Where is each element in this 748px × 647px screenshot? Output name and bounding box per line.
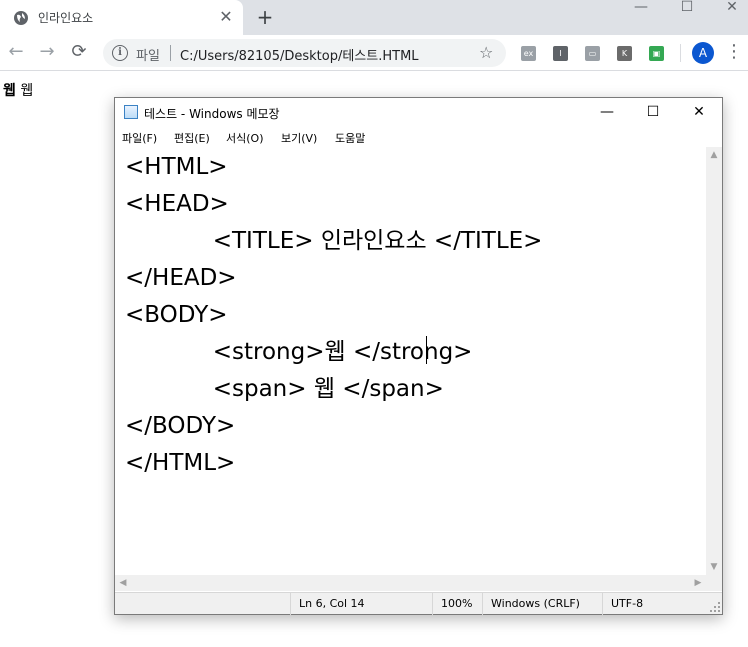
toolbar-divider	[680, 44, 681, 62]
page-strong-text: 웹	[3, 83, 16, 99]
status-line-ending: Windows (CRLF)	[482, 593, 602, 615]
reload-icon[interactable]: ⟳	[67, 41, 91, 65]
code-line: <strong>웹 </strong>	[125, 339, 473, 365]
browser-tabbar: 인라인요소 ✕ + — ☐ ✕	[0, 0, 748, 35]
horizontal-scrollbar[interactable]: ◀ ▶	[115, 575, 722, 591]
back-arrow-icon[interactable]: ←	[4, 41, 28, 65]
scroll-down-arrow-icon[interactable]: ▼	[706, 559, 722, 575]
vertical-scrollbar[interactable]: ▲ ▼	[706, 147, 722, 575]
code-line: <span> 웹 </span>	[125, 376, 444, 402]
status-encoding: UTF-8	[602, 593, 706, 615]
ext-icon-5[interactable]: ▣	[649, 46, 664, 61]
code-line: </BODY>	[125, 413, 236, 439]
notepad-statusbar: Ln 6, Col 14 100% Windows (CRLF) UTF-8	[115, 592, 722, 615]
ext-icon-2[interactable]: I	[553, 46, 568, 61]
text-caret	[426, 336, 427, 364]
code-line: <TITLE> 인라인요소 </TITLE>	[125, 228, 543, 254]
notepad-app-icon	[124, 105, 138, 119]
notepad-title: 테스트 - Windows 메모장	[144, 107, 280, 121]
address-scheme-label: 파일	[136, 49, 160, 64]
forward-arrow-icon[interactable]: →	[35, 41, 59, 65]
address-url[interactable]: C:/Users/82105/Desktop/테스트.HTML	[180, 45, 419, 64]
code-line: <BODY>	[125, 302, 228, 328]
new-tab-button[interactable]: +	[254, 5, 276, 29]
globe-icon	[14, 11, 28, 25]
status-cursor-position: Ln 6, Col 14	[290, 593, 432, 615]
notepad-window: 테스트 - Windows 메모장 — ☐ ✕ 파일(F) 편집(E) 서식(O…	[114, 97, 723, 615]
menu-file[interactable]: 파일(F)	[122, 130, 157, 146]
scroll-left-arrow-icon[interactable]: ◀	[115, 575, 131, 591]
window-close-button[interactable]: ✕	[714, 0, 748, 16]
browser-toolbar: ← → ⟳ i 파일 C:/Users/82105/Desktop/테스트.HT…	[0, 35, 748, 71]
notepad-maximize-button[interactable]: ☐	[630, 98, 676, 127]
resize-grip-icon[interactable]	[710, 602, 720, 612]
notepad-menubar: 파일(F) 편집(E) 서식(O) 보기(V) 도움말	[115, 127, 722, 147]
tab-close-icon[interactable]: ✕	[216, 7, 236, 27]
ext-icon-1[interactable]: ex	[521, 46, 536, 61]
notepad-text-area[interactable]: <HTML> <HEAD> <TITLE> 인라인요소 </TITLE> </H…	[115, 147, 706, 575]
browser-tab[interactable]: 인라인요소 ✕	[0, 0, 243, 35]
scroll-up-arrow-icon[interactable]: ▲	[706, 147, 722, 163]
bookmark-star-icon[interactable]: ☆	[479, 43, 493, 62]
menu-help[interactable]: 도움말	[335, 130, 365, 146]
code-line: <HEAD>	[125, 191, 229, 217]
address-bar[interactable]: i 파일 C:/Users/82105/Desktop/테스트.HTML ☆	[103, 39, 506, 67]
ext-icon-4[interactable]: K	[617, 46, 632, 61]
window-maximize-button[interactable]: ☐	[669, 0, 705, 16]
menu-edit[interactable]: 편집(E)	[174, 130, 210, 146]
more-menu-icon[interactable]: ⋮	[725, 42, 743, 64]
notepad-minimize-button[interactable]: —	[584, 98, 630, 127]
menu-view[interactable]: 보기(V)	[281, 130, 317, 146]
code-line: <HTML>	[125, 154, 228, 180]
address-separator	[170, 45, 171, 61]
menu-format[interactable]: 서식(O)	[226, 130, 263, 146]
code-line: </HEAD>	[125, 265, 237, 291]
window-minimize-button[interactable]: —	[623, 0, 659, 16]
code-line: </HTML>	[125, 450, 236, 476]
ext-icon-3[interactable]: ▭	[585, 46, 600, 61]
page-span-text: 웹	[20, 83, 34, 99]
notepad-close-button[interactable]: ✕	[676, 98, 722, 127]
tab-title: 인라인요소	[38, 11, 94, 25]
status-zoom: 100%	[432, 593, 482, 615]
profile-avatar[interactable]: A	[692, 42, 714, 64]
scroll-right-arrow-icon[interactable]: ▶	[690, 575, 706, 591]
page-content: 웹 웹	[3, 80, 33, 100]
notepad-titlebar: 테스트 - Windows 메모장 — ☐ ✕	[115, 98, 722, 127]
site-info-icon[interactable]: i	[112, 45, 128, 61]
